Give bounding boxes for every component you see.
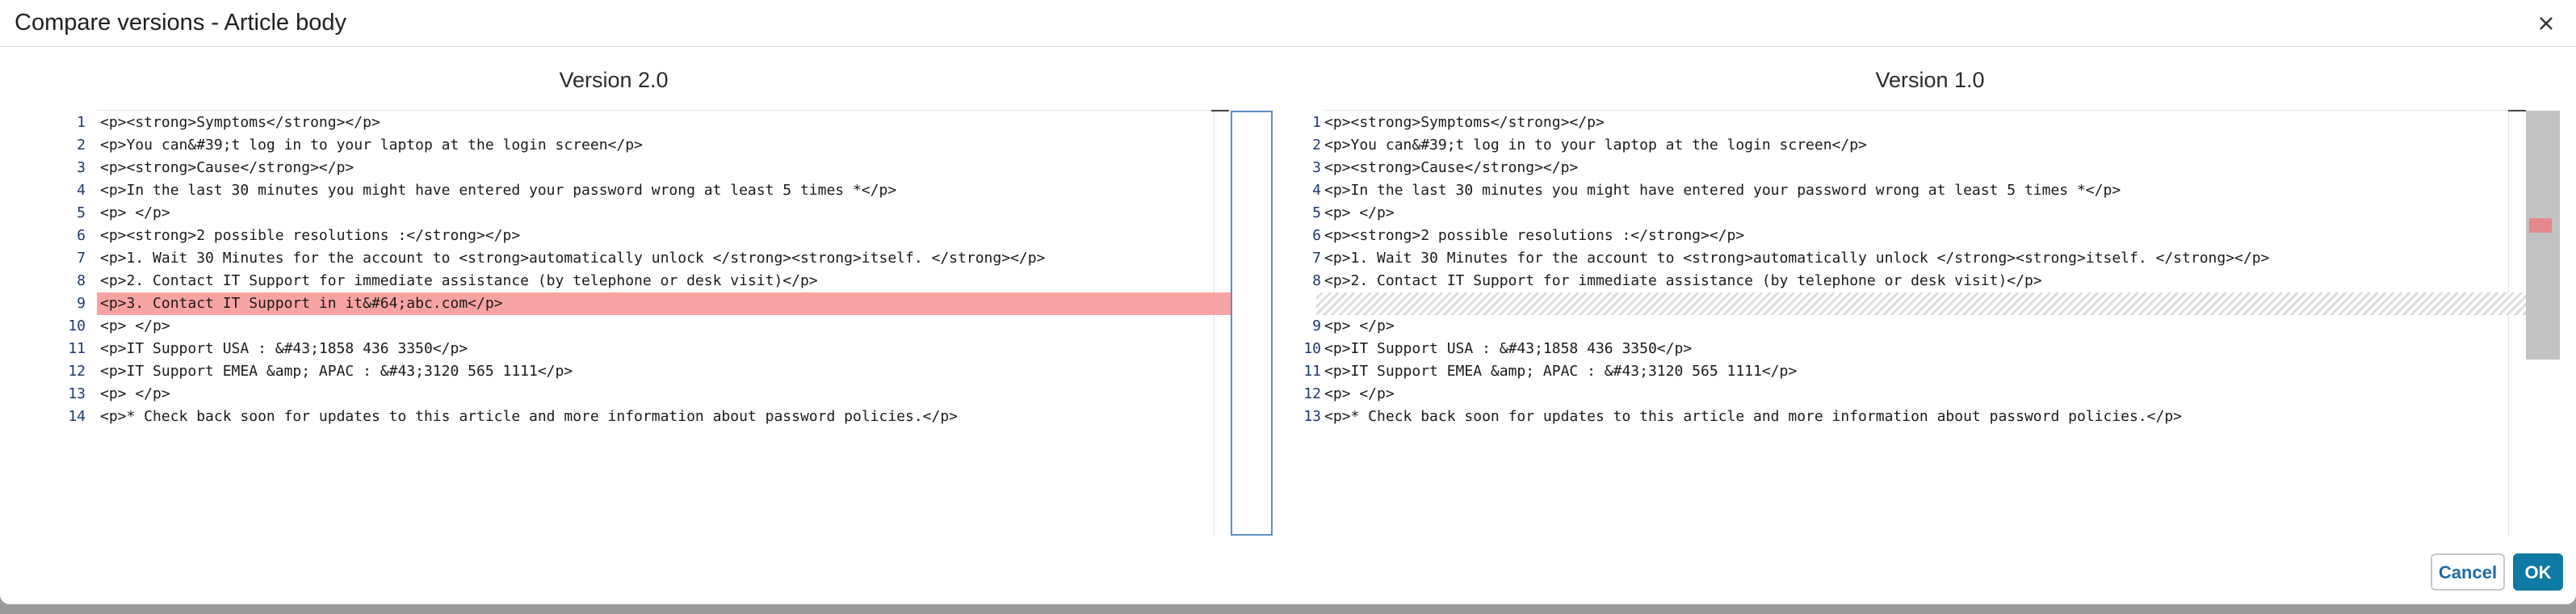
right-code-line: 7 <p>1. Wait 30 Minutes for the account t… bbox=[1312, 247, 2526, 270]
right-line-text: <p><strong>2 possible resolutions :</str… bbox=[1324, 227, 1745, 244]
left-line-number: 8 bbox=[77, 272, 86, 289]
left-code-line: 10 <p> </p> bbox=[68, 315, 1231, 338]
left-pane-title: Version 2.0 bbox=[559, 68, 669, 92]
left-line-text: <p> </p> bbox=[100, 318, 170, 334]
left-line-text: <p>In the last 30 minutes you might have… bbox=[100, 182, 897, 199]
left-line-text: <p><strong>Cause</strong></p> bbox=[100, 159, 355, 176]
left-line-number: 9 bbox=[77, 295, 86, 312]
left-line-text: <p>1. Wait 30 Minutes for the account to… bbox=[100, 250, 1046, 267]
left-line-number: 7 bbox=[77, 250, 86, 267]
left-line-number: 2 bbox=[77, 137, 86, 154]
left-line-number: 12 bbox=[68, 363, 86, 380]
right-line-number: 3 bbox=[1312, 159, 1321, 176]
left-code-line: 14 <p>* Check back soon for updates to th… bbox=[68, 406, 1231, 428]
right-line-text: <p> </p> bbox=[1324, 318, 1395, 334]
left-line-number: 4 bbox=[77, 182, 86, 199]
right-line-text: <p>2. Contact IT Support for immediate a… bbox=[1324, 272, 2042, 289]
right-line-text: <p> </p> bbox=[1324, 385, 1395, 402]
left-line-text: <p>* Check back soon for updates to this… bbox=[100, 408, 959, 425]
ok-button[interactable]: OK bbox=[2513, 553, 2563, 591]
diff-overview-scrollbar[interactable] bbox=[2526, 111, 2560, 360]
right-line-number: 1 bbox=[1312, 114, 1321, 131]
right-line-number: 2 bbox=[1312, 137, 1321, 154]
right-line-number: 13 bbox=[1303, 408, 1321, 425]
left-code-line: 12 <p>IT Support EMEA &amp; APAC : &#43;3… bbox=[68, 360, 1231, 383]
left-line-number: 6 bbox=[77, 227, 86, 244]
right-line-number: 12 bbox=[1303, 385, 1321, 402]
right-code-line bbox=[1316, 292, 2526, 315]
right-line-number: 10 bbox=[1303, 340, 1321, 357]
left-line-number: 13 bbox=[68, 385, 86, 402]
left-code-line: 8 <p>2. Contact IT Support for immediate … bbox=[77, 270, 1231, 292]
right-line-number: 7 bbox=[1312, 250, 1321, 267]
right-line-text: <p><strong>Symptoms</strong></p> bbox=[1324, 114, 1605, 131]
right-line-text: <p>1. Wait 30 Minutes for the account to… bbox=[1324, 250, 2270, 267]
cancel-button[interactable]: Cancel bbox=[2431, 553, 2505, 591]
left-code-line: 11 <p>IT Support USA : &#43;1858 436 3350… bbox=[68, 338, 1231, 360]
left-code-line: 1 <p><strong>Symptoms</strong></p> bbox=[77, 111, 1231, 134]
left-line-text: <p>You can&#39;t log in to your laptop a… bbox=[100, 137, 643, 154]
dialog-titlebar: Compare versions - Article body bbox=[0, 0, 2576, 47]
left-line-number: 14 bbox=[68, 408, 86, 425]
left-code-editor[interactable]: 1 <p><strong>Symptoms</strong></p> 2 <p>You… bbox=[0, 110, 1231, 538]
right-line-number: 6 bbox=[1312, 227, 1321, 244]
right-line-text: <p>IT Support EMEA &amp; APAC : &#43;312… bbox=[1324, 363, 1798, 380]
right-code-line: 12 <p> </p> bbox=[1303, 383, 2526, 406]
left-line-number: 10 bbox=[68, 318, 86, 334]
left-line-number: 3 bbox=[77, 159, 86, 176]
right-code-editor[interactable]: 1 <p><strong>Symptoms</strong></p> 2 <p>You… bbox=[1236, 110, 2526, 538]
left-code-line: 5 <p> </p> bbox=[77, 202, 1231, 225]
right-line-number: 4 bbox=[1312, 182, 1321, 199]
right-code-line: 4 <p>In the last 30 minutes you might hav… bbox=[1312, 179, 2526, 202]
right-line-number: 5 bbox=[1312, 204, 1321, 221]
left-code-line: 6 <p><strong>2 possible resolutions :</st… bbox=[77, 225, 1231, 247]
left-line-text: <p> </p> bbox=[100, 204, 170, 221]
left-line-text: <p><strong>2 possible resolutions :</str… bbox=[100, 227, 521, 244]
left-code-line: 2 <p>You can&#39;t log in to your laptop … bbox=[77, 134, 1231, 157]
right-code-line: 1 <p><strong>Symptoms</strong></p> bbox=[1312, 111, 2526, 134]
right-code-line: 10 <p>IT Support USA : &#43;1858 436 3350… bbox=[1303, 338, 2526, 360]
right-code-line: 5 <p> </p> bbox=[1312, 202, 2526, 225]
left-code-line: 3 <p><strong>Cause</strong></p> bbox=[77, 157, 1231, 179]
right-code-line: 9 <p> </p> bbox=[1312, 315, 2526, 338]
right-code-line: 8 <p>2. Contact IT Support for immediate … bbox=[1312, 270, 2526, 292]
right-line-text: <p>You can&#39;t log in to your laptop a… bbox=[1324, 137, 1867, 154]
right-pane-title: Version 1.0 bbox=[1875, 68, 1985, 92]
right-code-line: 13 <p>* Check back soon for updates to th… bbox=[1303, 406, 2526, 428]
right-line-text: <p><strong>Cause</strong></p> bbox=[1324, 159, 1579, 176]
left-code-line: 9 <p>3. Contact IT Support in it&#64;abc.… bbox=[77, 292, 1231, 315]
compare-versions-dialog: Compare versions - Article body Version … bbox=[0, 0, 2576, 604]
left-line-number: 5 bbox=[77, 204, 86, 221]
dialog-title: Compare versions - Article body bbox=[15, 10, 346, 36]
left-line-number: 1 bbox=[77, 114, 86, 131]
left-line-text: <p>3. Contact IT Support in it&#64;abc.c… bbox=[100, 295, 503, 312]
right-code-line: 11 <p>IT Support EMEA &amp; APAC : &#43;3… bbox=[1303, 360, 2526, 383]
left-line-text: <p>IT Support USA : &#43;1858 436 3350</… bbox=[100, 340, 468, 357]
close-icon[interactable] bbox=[2534, 11, 2558, 36]
right-line-number: 8 bbox=[1312, 272, 1321, 289]
right-line-number: 11 bbox=[1303, 363, 1321, 380]
left-line-text: <p>IT Support EMEA &amp; APAC : &#43;312… bbox=[100, 363, 573, 380]
right-line-text: <p>IT Support USA : &#43;1858 436 3350</… bbox=[1324, 340, 1693, 357]
left-code-line: 4 <p>In the last 30 minutes you might hav… bbox=[77, 179, 1231, 202]
right-code-line: 2 <p>You can&#39;t log in to your laptop … bbox=[1312, 134, 2526, 157]
right-line-text: <p>* Check back soon for updates to this… bbox=[1324, 408, 2183, 425]
diff-overview-marker bbox=[2529, 218, 2552, 233]
right-code-line: 6 <p><strong>2 possible resolutions :</st… bbox=[1312, 225, 2526, 247]
left-code-line: 13 <p> </p> bbox=[68, 383, 1231, 406]
left-line-number: 11 bbox=[68, 340, 86, 357]
right-line-number: 9 bbox=[1312, 318, 1321, 334]
left-line-text: <p> </p> bbox=[100, 385, 170, 402]
right-line-text: <p>In the last 30 minutes you might have… bbox=[1324, 182, 2121, 199]
left-code-line: 7 <p>1. Wait 30 Minutes for the account t… bbox=[77, 247, 1231, 270]
left-line-text: <p><strong>Symptoms</strong></p> bbox=[100, 114, 380, 131]
right-line-text: <p> </p> bbox=[1324, 204, 1395, 221]
right-code-line: 3 <p><strong>Cause</strong></p> bbox=[1312, 157, 2526, 179]
left-line-text: <p>2. Contact IT Support for immediate a… bbox=[100, 272, 818, 289]
